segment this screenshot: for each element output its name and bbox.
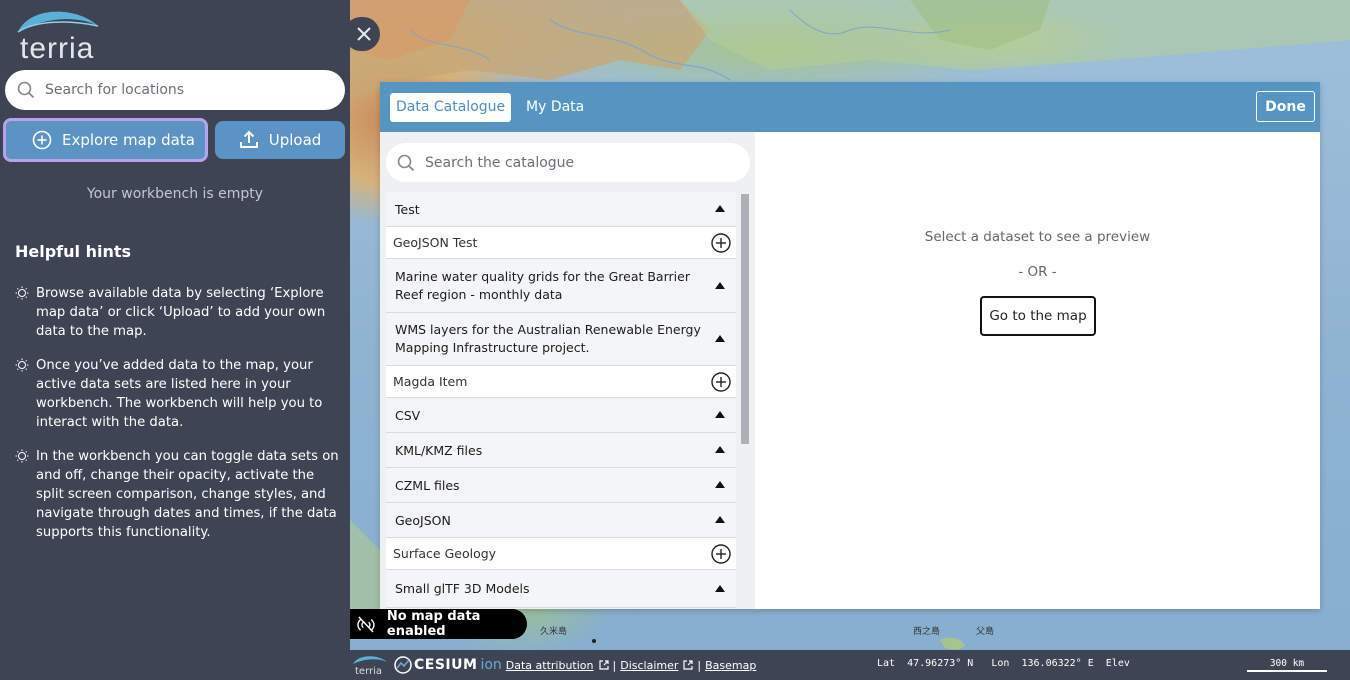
- catalogue-group-marine-water-quality[interactable]: Marine water quality grids for the Great…: [386, 259, 736, 313]
- modal-header: Data Catalogue My Data Done: [380, 82, 1320, 132]
- lightbulb-icon: [15, 449, 29, 463]
- add-circle-icon[interactable]: [711, 232, 731, 253]
- separator: |: [612, 658, 617, 672]
- cesium-ion-logo[interactable]: CESIUM ion: [394, 656, 502, 674]
- signal-off-icon: [357, 616, 375, 633]
- catalogue-group-label: Test: [395, 201, 420, 217]
- terria-small-logo[interactable]: terria: [352, 654, 390, 677]
- catalogue-group-csv[interactable]: CSV: [386, 398, 736, 433]
- catalogue-item-label: Magda Item: [393, 374, 468, 389]
- cesium-logo-icon: [394, 656, 412, 674]
- catalogue-list: Test GeoJSON Test Marine water quality g…: [386, 192, 736, 608]
- data-attribution-link[interactable]: Data attribution: [506, 659, 594, 672]
- catalogue-group-label: KML/KMZ files: [395, 442, 483, 458]
- sidebar: terria Explore map data Upload Your work…: [0, 0, 350, 680]
- ion-text: ion: [480, 657, 502, 673]
- hint-item: In the workbench you can toggle data set…: [15, 447, 340, 542]
- chevron-up-icon: [715, 205, 725, 212]
- chevron-up-icon: [715, 335, 725, 342]
- chevron-up-icon: [715, 584, 725, 592]
- helpful-hints-title: Helpful hints: [15, 242, 132, 261]
- cesium-text: CESIUM: [414, 657, 478, 673]
- no-map-data-indicator[interactable]: No map data enabled: [350, 609, 527, 639]
- upload-label: Upload: [268, 131, 322, 149]
- location-search-input[interactable]: [45, 82, 325, 98]
- hint-item: Browse available data by selecting ‘Expl…: [15, 284, 340, 341]
- hint-item: Once you’ve added data to the map, your …: [15, 356, 340, 432]
- done-button[interactable]: Done: [1256, 91, 1315, 122]
- add-circle-icon[interactable]: [711, 371, 731, 392]
- chevron-up-icon: [715, 411, 725, 418]
- chevron-up-icon: [715, 446, 725, 453]
- map-label-kumejima: 久米島: [540, 625, 567, 637]
- preview-pane: Select a dataset to see a preview - OR -…: [755, 132, 1320, 609]
- catalogue-item-geojson-test[interactable]: GeoJSON Test: [386, 227, 736, 259]
- catalogue-item-label: GeoJSON Test: [393, 235, 478, 250]
- workbench-empty-message: Your workbench is empty: [86, 186, 264, 202]
- scale-bar: [1247, 670, 1327, 672]
- catalogue-scrollbar[interactable]: [741, 194, 749, 444]
- map-label-nishinoshima: 西之島: [913, 625, 940, 637]
- catalogue-pane: Test GeoJSON Test Marine water quality g…: [380, 132, 755, 609]
- close-panel-button[interactable]: [344, 17, 380, 51]
- coordinates-readout: Lat 47.96273° N Lon 136.06322° E Elev: [877, 658, 1130, 669]
- catalogue-group-czml[interactable]: CZML files: [386, 468, 736, 503]
- catalogue-group-label: GeoJSON: [395, 512, 451, 528]
- hint-text: Once you’ve added data to the map, your …: [36, 358, 323, 430]
- search-icon: [397, 154, 415, 171]
- separator: |: [697, 658, 702, 672]
- catalogue-group-geojson[interactable]: GeoJSON: [386, 503, 736, 538]
- lightbulb-icon: [15, 358, 29, 372]
- chevron-up-icon: [715, 516, 725, 523]
- add-circle-icon: [32, 130, 52, 150]
- chevron-up-icon: [715, 481, 725, 488]
- terria-logo-text: terria: [20, 32, 95, 65]
- catalogue-group-label: Small glTF 3D Models: [395, 581, 530, 596]
- external-link-icon: [683, 660, 693, 670]
- tab-data-catalogue[interactable]: Data Catalogue: [390, 93, 512, 122]
- data-catalogue-modal: Data Catalogue My Data Done Test GeoJSON…: [380, 82, 1320, 609]
- add-circle-icon[interactable]: [711, 543, 731, 564]
- catalogue-search-input[interactable]: [425, 154, 725, 171]
- upload-icon: [239, 130, 258, 148]
- close-icon: [356, 27, 371, 41]
- explore-map-data-label: Explore map data: [62, 131, 195, 149]
- catalogue-item-magda[interactable]: Magda Item: [386, 366, 736, 398]
- chevron-up-icon: [715, 281, 725, 289]
- go-to-map-button[interactable]: Go to the map: [980, 296, 1096, 336]
- catalogue-item-label: Surface Geology: [393, 546, 497, 561]
- disclaimer-link[interactable]: Disclaimer: [620, 659, 678, 672]
- upload-button[interactable]: Upload: [215, 121, 345, 159]
- catalogue-search[interactable]: [386, 143, 750, 182]
- hint-text: In the workbench you can toggle data set…: [36, 449, 339, 540]
- hint-text: Browse available data by selecting ‘Expl…: [36, 286, 326, 339]
- catalogue-group-kml-kmz[interactable]: KML/KMZ files: [386, 433, 736, 468]
- catalogue-group-label: WMS layers for the Australian Renewable …: [395, 322, 701, 355]
- catalogue-group-test[interactable]: Test: [386, 192, 736, 227]
- bottom-bar: terria CESIUM ion Data attribution | Dis…: [350, 650, 1350, 680]
- search-icon: [17, 81, 35, 99]
- terria-small-logo-text: terria: [355, 665, 383, 677]
- explore-map-data-button[interactable]: Explore map data: [3, 118, 208, 162]
- external-link-icon: [598, 660, 609, 670]
- terria-logo[interactable]: terria: [16, 8, 100, 65]
- catalogue-item-surface-geology[interactable]: Surface Geology: [386, 538, 736, 570]
- preview-or-text: - OR -: [1018, 264, 1057, 280]
- scale-label: 300 km: [1269, 658, 1305, 669]
- tab-my-data[interactable]: My Data: [526, 93, 584, 122]
- no-map-data-label: No map data enabled: [386, 609, 481, 639]
- terria-logo-icon: [353, 655, 387, 664]
- basemap-link[interactable]: Basemap: [705, 659, 756, 672]
- catalogue-group-label: Marine water quality grids for the Great…: [395, 268, 690, 302]
- catalogue-group-label: CSV: [395, 407, 421, 423]
- catalogue-group-small-gltf[interactable]: Small glTF 3D Models: [386, 570, 736, 608]
- catalogue-group-wms-renewable-energy[interactable]: WMS layers for the Australian Renewable …: [386, 313, 736, 366]
- location-search[interactable]: [5, 70, 345, 110]
- lightbulb-icon: [15, 286, 29, 300]
- map-label-chichijima: 父島: [976, 625, 994, 637]
- preview-message: Select a dataset to see a preview: [924, 229, 1151, 245]
- catalogue-group-label: CZML files: [395, 477, 460, 493]
